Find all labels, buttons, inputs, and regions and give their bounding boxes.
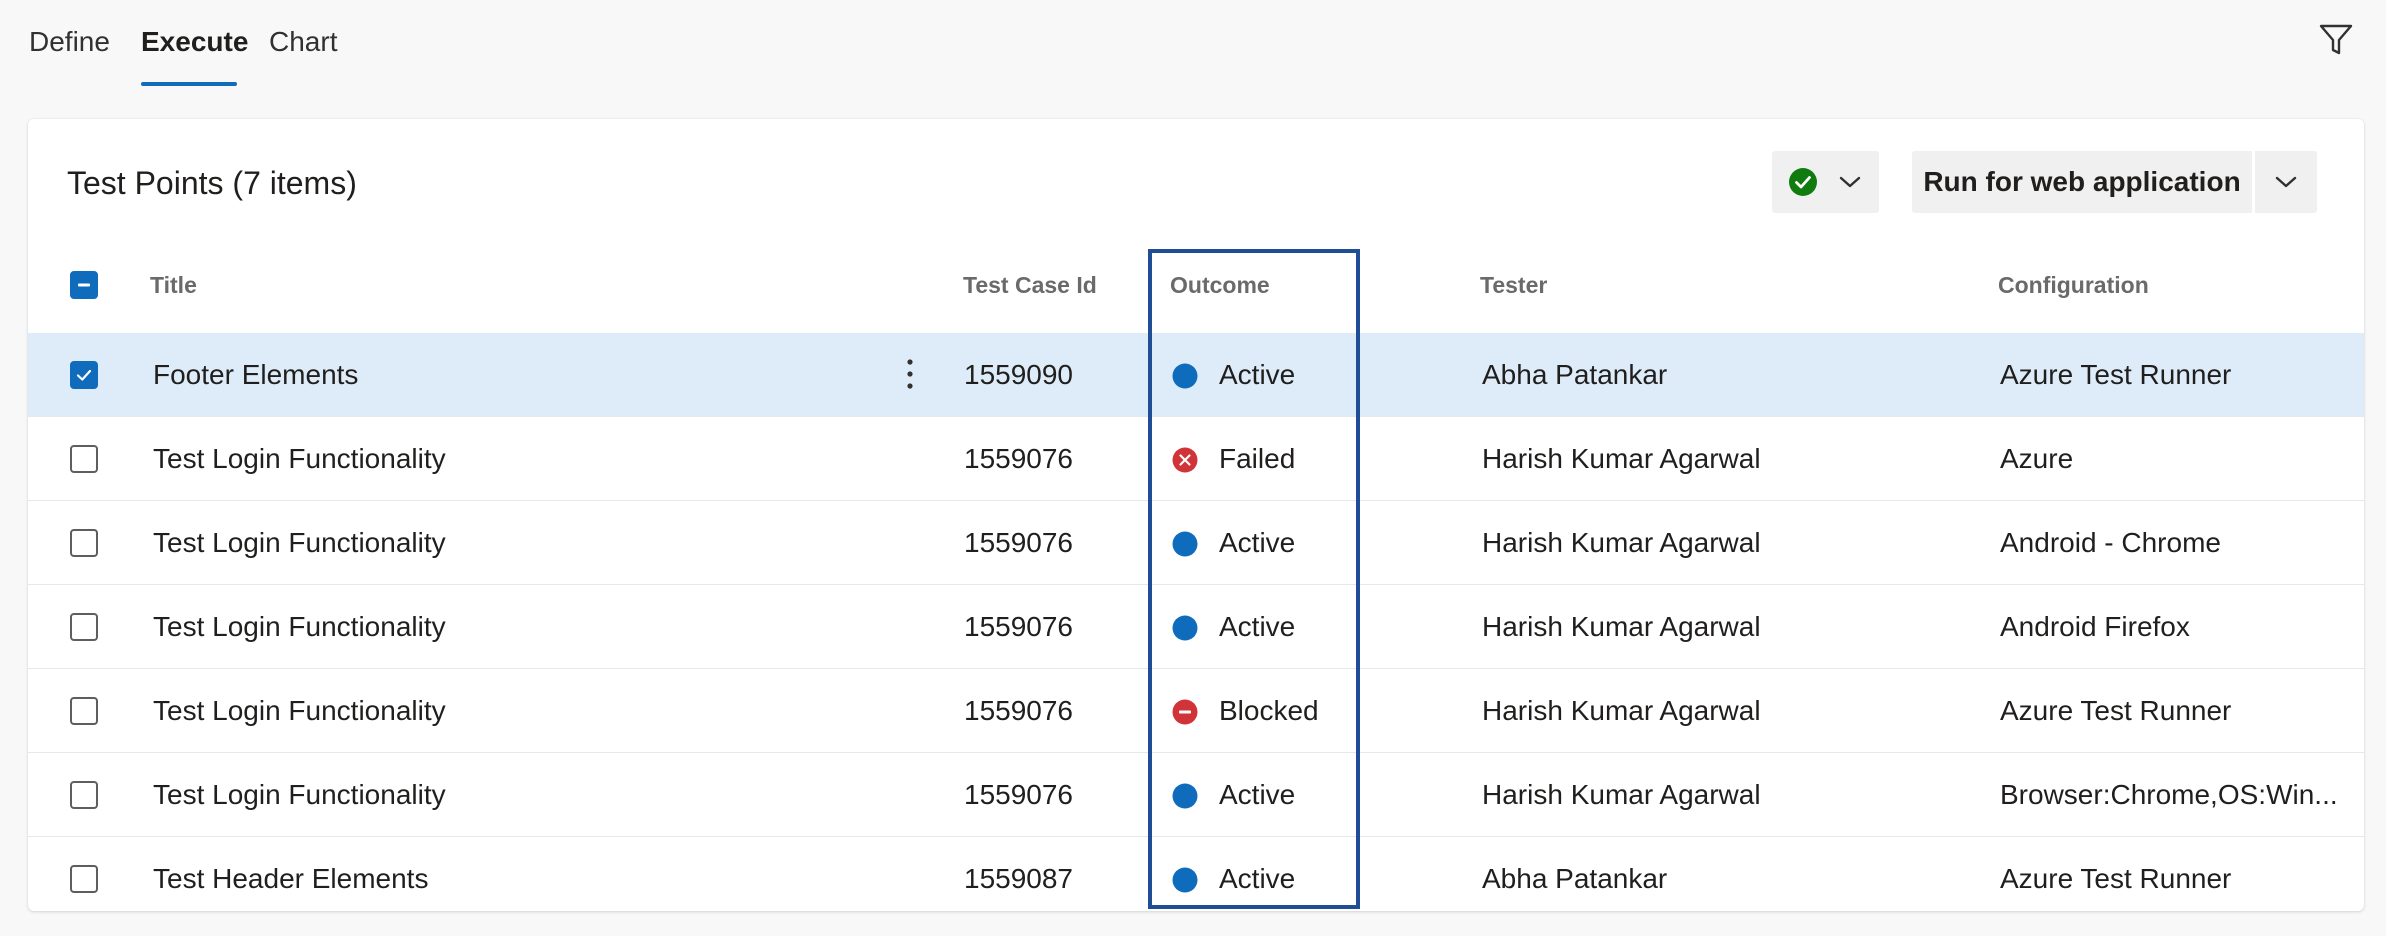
outcome-status-dropdown[interactable] [1772, 151, 1879, 213]
row-test-case-id: 1559076 [964, 779, 1074, 810]
table-row[interactable]: Test Login Functionality 1559076 Active … [28, 753, 2364, 837]
active-tab-indicator [141, 82, 237, 86]
tab-bar: Define Execute Chart [0, 0, 2386, 100]
row-checkbox[interactable] [70, 613, 98, 641]
row-tester: Harish Kumar Agarwal [1482, 695, 1761, 726]
row-tester: Abha Patankar [1482, 863, 1668, 894]
row-configuration: Azure Test Runner [2000, 863, 2232, 894]
row-configuration: Android Firefox [2000, 611, 2190, 642]
row-checkbox[interactable] [70, 529, 98, 557]
tab-chart[interactable]: Chart [269, 22, 337, 62]
row-checkbox[interactable] [70, 445, 98, 473]
row-checkbox[interactable] [70, 781, 98, 809]
row-title: Test Header Elements [153, 863, 429, 894]
row-checkbox[interactable] [70, 361, 98, 389]
row-tester: Abha Patankar [1482, 359, 1668, 390]
tab-execute[interactable]: Execute [141, 22, 248, 62]
row-title: Test Login Functionality [153, 611, 446, 642]
chevron-down-icon [1839, 176, 1861, 188]
active-dot-icon [1172, 531, 1198, 557]
row-title: Footer Elements [153, 359, 359, 390]
more-options-icon[interactable] [902, 355, 918, 393]
table-header: Title Test Case Id Outcome Tester Config… [28, 259, 2364, 311]
row-test-case-id: 1559076 [964, 443, 1074, 474]
row-title: Test Login Functionality [153, 443, 446, 474]
row-title: Test Login Functionality [153, 527, 446, 558]
active-dot-icon [1172, 363, 1198, 389]
table-row[interactable]: Test Login Functionality 1559076 Active … [28, 585, 2364, 669]
checkmark-icon [76, 369, 92, 381]
table-row[interactable]: Footer Elements 1559090 Active Abha Pata… [28, 333, 2364, 417]
filter-icon[interactable] [2316, 20, 2356, 60]
row-outcome: Blocked [1219, 695, 1319, 726]
row-outcome: Failed [1219, 443, 1296, 474]
table-row[interactable]: Test Login Functionality 1559076 Failed … [28, 417, 2364, 501]
row-configuration: Browser:Chrome,OS:Win... [2000, 779, 2338, 810]
row-title: Test Login Functionality [153, 779, 446, 810]
test-points-card: Test Points (7 items) Run for web applic… [28, 119, 2364, 911]
row-configuration: Azure Test Runner [2000, 359, 2232, 390]
row-tester: Harish Kumar Agarwal [1482, 443, 1761, 474]
run-options-dropdown-button[interactable] [2255, 151, 2317, 213]
row-outcome: Active [1219, 611, 1296, 642]
row-configuration: Azure Test Runner [2000, 695, 2232, 726]
row-test-case-id: 1559076 [964, 611, 1074, 642]
column-header-title[interactable]: Title [150, 259, 197, 311]
row-test-case-id: 1559076 [964, 695, 1074, 726]
tab-define[interactable]: Define [29, 22, 110, 62]
select-all-checkbox[interactable] [70, 271, 98, 299]
blocked-minus-icon [1172, 699, 1198, 725]
table-row[interactable]: Test Login Functionality 1559076 Blocked… [28, 669, 2364, 753]
row-configuration: Android - Chrome [2000, 527, 2221, 558]
row-outcome: Active [1219, 527, 1296, 558]
row-outcome: Active [1219, 863, 1296, 894]
row-test-case-id: 1559076 [964, 527, 1074, 558]
row-title: Test Login Functionality [153, 695, 446, 726]
active-dot-icon [1172, 867, 1198, 893]
table-row[interactable]: Test Header Elements 1559087 Active Abha… [28, 837, 2364, 911]
row-tester: Harish Kumar Agarwal [1482, 611, 1761, 642]
run-for-web-application-button[interactable]: Run for web application [1912, 151, 2252, 213]
row-tester: Harish Kumar Agarwal [1482, 527, 1761, 558]
row-test-case-id: 1559090 [964, 359, 1074, 390]
card-title: Test Points (7 items) [67, 165, 357, 201]
row-checkbox[interactable] [70, 865, 98, 893]
row-configuration: Azure [2000, 443, 2074, 474]
table-row[interactable]: Test Login Functionality 1559076 Active … [28, 501, 2364, 585]
row-tester: Harish Kumar Agarwal [1482, 779, 1761, 810]
column-header-outcome[interactable]: Outcome [1170, 259, 1270, 311]
column-header-test-case-id[interactable]: Test Case Id [963, 259, 1097, 311]
failed-x-icon [1172, 447, 1198, 473]
active-dot-icon [1172, 783, 1198, 809]
active-dot-icon [1172, 615, 1198, 641]
check-circle-icon [1789, 168, 1817, 196]
column-header-tester[interactable]: Tester [1480, 259, 1547, 311]
minus-icon [78, 283, 90, 287]
table-body: Footer Elements 1559090 Active Abha Pata… [28, 333, 2364, 911]
row-outcome: Active [1219, 779, 1296, 810]
column-header-configuration[interactable]: Configuration [1998, 259, 2149, 311]
row-outcome: Active [1219, 359, 1296, 390]
row-test-case-id: 1559087 [964, 863, 1074, 894]
row-checkbox[interactable] [70, 697, 98, 725]
chevron-down-icon [2275, 176, 2297, 188]
